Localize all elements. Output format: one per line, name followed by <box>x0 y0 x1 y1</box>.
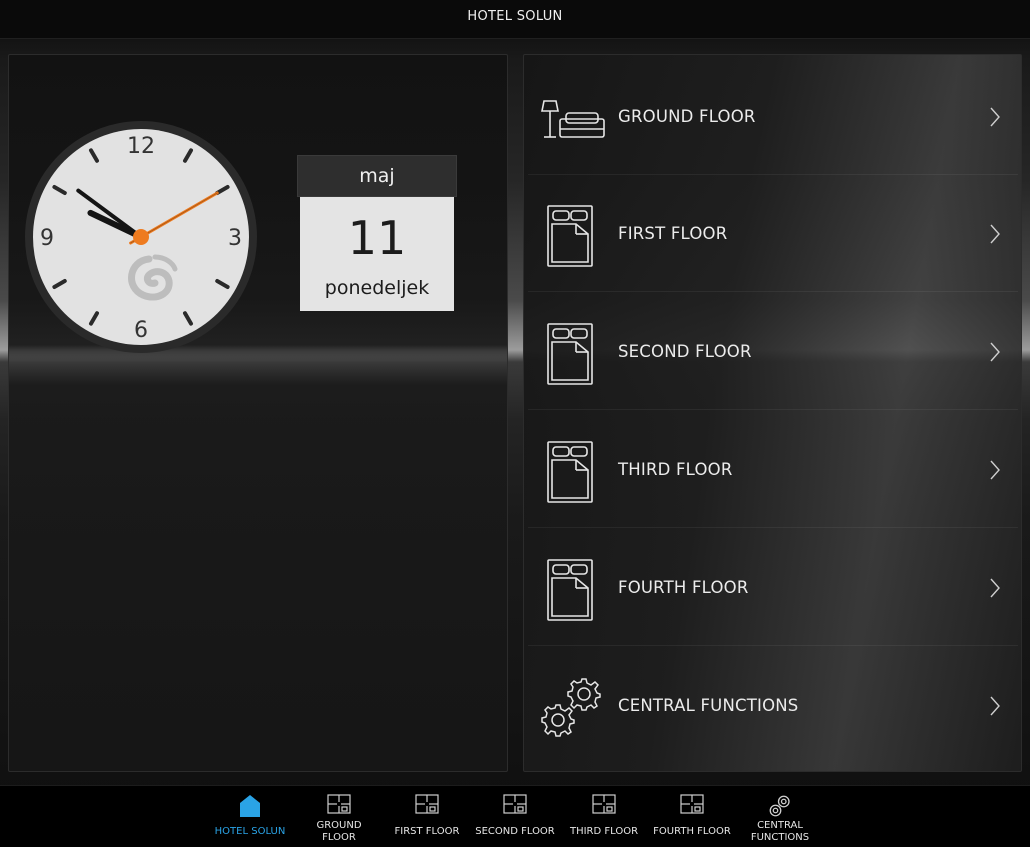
calendar-widget: maj 11 ponedeljek <box>297 155 457 313</box>
nav-item-fourth-floor[interactable]: FOURTH FLOOR <box>648 786 736 847</box>
menu-label-fourth-floor: FOURTH FLOOR <box>618 578 749 597</box>
nav-item-first-floor[interactable]: FIRST FLOOR <box>383 786 471 847</box>
floor-menu-panel: GROUND FLOOR FIRST FLOOR SECOND FLOOR TH… <box>523 54 1022 772</box>
chevron-right-icon <box>988 106 1002 128</box>
menu-label-central-functions: CENTRAL FUNCTIONS <box>618 696 799 715</box>
chevron-right-icon <box>988 695 1002 717</box>
sofa-lamp-icon <box>538 87 606 151</box>
menu-item-third-floor[interactable]: THIRD FLOOR <box>528 412 1018 528</box>
bed-icon <box>538 558 606 622</box>
bed-icon <box>538 440 606 504</box>
menu-label-first-floor: FIRST FLOOR <box>618 224 728 243</box>
bed-icon <box>538 204 606 268</box>
nav-label: HOTEL SOLUN <box>214 826 286 837</box>
nav-item-second-floor[interactable]: SECOND FLOOR <box>471 786 559 847</box>
menu-label-third-floor: THIRD FLOOR <box>618 460 733 479</box>
gears-icon <box>538 676 606 740</box>
home-icon <box>206 794 294 818</box>
clock-number-12: 12 <box>127 134 155 159</box>
clock-center-pin <box>133 229 149 245</box>
clock-number-6: 6 <box>134 318 148 343</box>
menu-item-fourth-floor[interactable]: FOURTH FLOOR <box>528 530 1018 646</box>
menu-item-ground-floor[interactable]: GROUND FLOOR <box>528 59 1018 175</box>
analog-clock: 12 3 6 9 <box>23 119 259 355</box>
chevron-right-icon <box>988 577 1002 599</box>
nav-item-hotel-solun[interactable]: HOTEL SOLUN <box>206 786 294 847</box>
menu-item-second-floor[interactable]: SECOND FLOOR <box>528 294 1018 410</box>
app-root: HOTEL SOLUN 12 3 6 9 maj 11 ponedeljek G… <box>0 0 1030 847</box>
chevron-right-icon <box>988 459 1002 481</box>
calendar-month: maj <box>297 155 457 197</box>
nav-label: THIRD FLOOR <box>569 826 639 837</box>
top-bar: HOTEL SOLUN <box>0 0 1030 39</box>
calendar-day: 11 <box>347 211 407 265</box>
calendar-weekday: ponedeljek <box>324 277 430 299</box>
bottom-navigation: HOTEL SOLUN GROUND FLOOR FIRST FLOOR SEC… <box>0 785 1030 847</box>
floorplan-icon <box>383 794 471 818</box>
clock-calendar-panel: 12 3 6 9 maj 11 ponedeljek <box>8 54 508 772</box>
floorplan-icon <box>471 794 559 818</box>
nav-item-ground-floor[interactable]: GROUND FLOOR <box>295 786 383 847</box>
menu-item-first-floor[interactable]: FIRST FLOOR <box>528 176 1018 292</box>
clock-number-9: 9 <box>40 226 54 251</box>
nav-item-central-functions[interactable]: CENTRAL FUNCTIONS <box>736 786 824 847</box>
calendar-page: 11 ponedeljek <box>300 197 454 311</box>
nav-label: SECOND FLOOR <box>475 826 555 837</box>
bed-icon <box>538 322 606 386</box>
floorplan-icon <box>648 794 736 818</box>
clock-number-3: 3 <box>228 226 242 251</box>
nav-label: FIRST FLOOR <box>394 826 460 837</box>
chevron-right-icon <box>988 341 1002 363</box>
chevron-right-icon <box>988 223 1002 245</box>
floorplan-icon <box>560 794 648 818</box>
menu-item-central-functions[interactable]: CENTRAL FUNCTIONS <box>528 648 1018 764</box>
page-title: HOTEL SOLUN <box>467 9 563 24</box>
menu-label-ground-floor: GROUND FLOOR <box>618 107 756 126</box>
nav-label: GROUND FLOOR <box>316 820 362 843</box>
nav-item-third-floor[interactable]: THIRD FLOOR <box>560 786 648 847</box>
gears-icon <box>736 794 824 818</box>
menu-label-second-floor: SECOND FLOOR <box>618 342 752 361</box>
nav-label: FOURTH FLOOR <box>653 826 731 837</box>
floorplan-icon <box>295 794 383 818</box>
nav-label: CENTRAL FUNCTIONS <box>750 820 810 843</box>
